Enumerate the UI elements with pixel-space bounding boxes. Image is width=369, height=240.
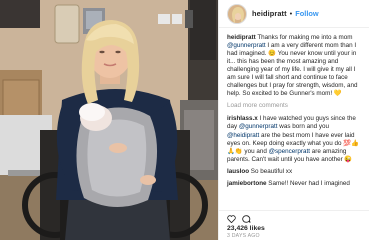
likes-count[interactable]: 23,426 likes — [219, 224, 369, 232]
comment-item: lausloo So beautiful xx — [227, 168, 363, 176]
comments-section: heidipratt Thanks for making me into a m… — [219, 28, 369, 188]
post-side-panel: heidipratt • Follow heidipratt Thanks fo… — [218, 0, 369, 240]
avatar[interactable] — [227, 3, 247, 24]
mother-holding-baby-photo — [0, 0, 218, 240]
comment-text: you and — [242, 147, 269, 155]
action-icons — [219, 211, 369, 224]
caption: heidipratt Thanks for making me into a m… — [227, 34, 363, 98]
post-header: heidipratt • Follow — [219, 0, 369, 28]
post-date: 3 DAYS AGO — [227, 233, 260, 239]
separator-dot: • — [289, 9, 293, 18]
smile-emoji-icon: 😊 — [268, 50, 277, 58]
avatar-image — [228, 4, 246, 23]
heart-emoji-icon: 💛 — [333, 90, 342, 98]
comment-text: Same!! Never had I imagined — [266, 179, 350, 187]
comment-mention[interactable]: @gunnerpratt — [239, 123, 278, 130]
comment-mention[interactable]: @heidipratt — [227, 132, 259, 139]
comment-item: jamiebortone Same!! Never had I imagined — [227, 180, 363, 188]
load-more-comments-link[interactable]: Load more comments — [227, 102, 363, 110]
comment-username[interactable]: jamiebortone — [227, 180, 267, 187]
comment-username[interactable]: irishlass.x — [227, 115, 258, 122]
comment-icon[interactable] — [242, 214, 251, 223]
comment-mention[interactable]: @spencerpratt — [269, 148, 310, 155]
comment-text: was born and you — [277, 123, 329, 131]
comment-username[interactable]: lausloo — [227, 168, 249, 175]
caption-username[interactable]: heidipratt — [227, 34, 256, 41]
post-photo — [0, 0, 218, 240]
heart-icon[interactable] — [227, 214, 236, 223]
caption-text-1: Thanks for making me into a mom — [255, 34, 353, 41]
comment-item: irishlass.x I have watched you guys sinc… — [227, 115, 363, 163]
wink-emoji-icon: 😜 — [344, 155, 353, 163]
caption-mention[interactable]: @gunnerpratt — [227, 42, 266, 49]
follow-button[interactable]: Follow — [295, 9, 318, 18]
header-username[interactable]: heidipratt — [252, 9, 287, 18]
post-actions: 23,426 likes 3 DAYS AGO — [219, 210, 369, 239]
comment-text: So beautiful xx — [249, 167, 293, 175]
